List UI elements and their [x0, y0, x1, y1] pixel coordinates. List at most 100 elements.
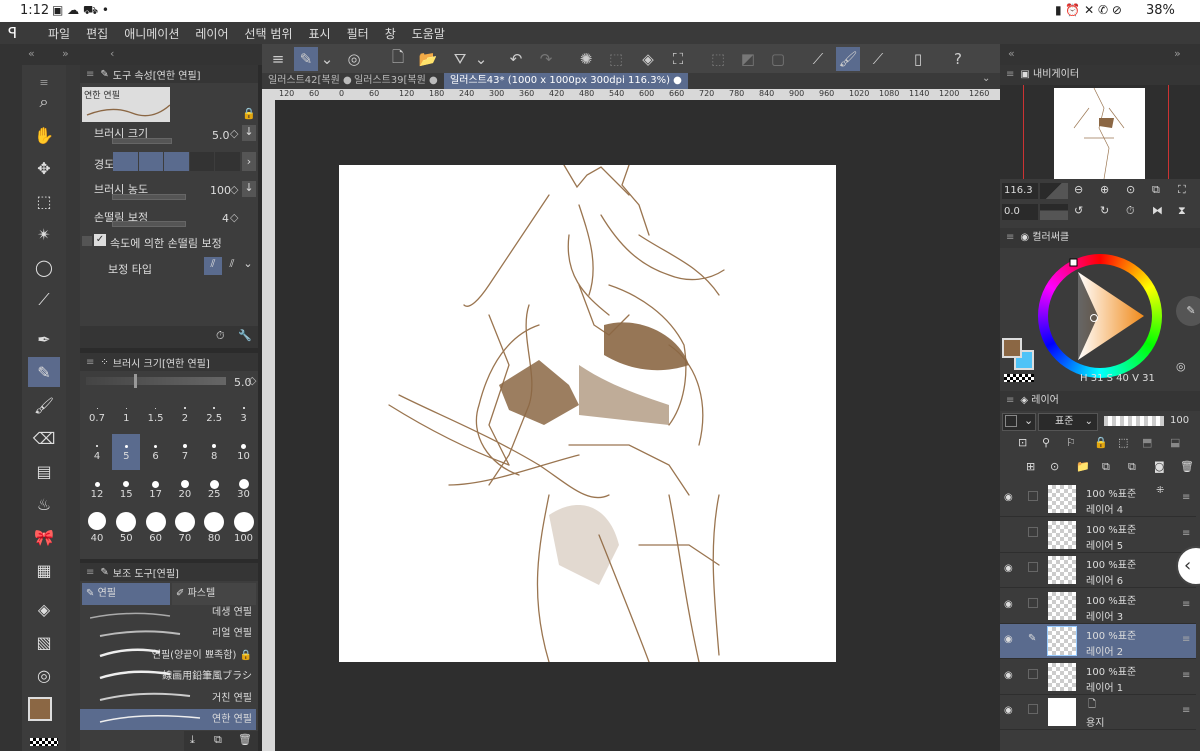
stabilization-slider[interactable]	[112, 221, 186, 227]
open-folder-icon[interactable]: 📂	[416, 47, 440, 71]
grip-icon[interactable]: ≡	[1006, 232, 1014, 243]
menu-edit[interactable]: 편집	[78, 25, 116, 42]
eye-icon[interactable]: ◉	[1004, 634, 1013, 645]
tab-document[interactable]: 일러스트42[복원 ●	[262, 73, 358, 89]
color-wheel[interactable]	[1038, 254, 1162, 378]
pen-tool-icon[interactable]: ✒	[28, 324, 60, 354]
chevron-down-icon[interactable]: ⌄	[240, 257, 256, 275]
object-tool-icon[interactable]: ⬚	[28, 186, 60, 216]
new-raster-icon[interactable]: ⊞	[1026, 460, 1035, 473]
mask-edit-icon[interactable]: ⬓	[1170, 436, 1180, 449]
grip-icon[interactable]: ≡	[1006, 395, 1014, 406]
reset-rotation-icon[interactable]: ⏱	[1126, 204, 1135, 218]
clip-icon[interactable]: ⊡	[1018, 436, 1027, 449]
new-folder-icon[interactable]: 📁	[1076, 460, 1090, 473]
export-icon[interactable]: ⛛	[448, 47, 472, 71]
menu-file[interactable]: 파일	[40, 25, 78, 42]
brush-size-cell[interactable]: 25	[200, 472, 228, 508]
text-tool-icon[interactable]: ◎	[28, 660, 60, 690]
opacity-slider[interactable]	[1104, 416, 1164, 426]
brush-size-cell[interactable]: 15	[112, 472, 140, 508]
line-snap-icon[interactable]: ⟋	[866, 47, 890, 71]
menu-window[interactable]: 창	[377, 25, 404, 42]
zoom-tool-icon[interactable]: ⌕	[28, 87, 60, 117]
brush-size-knob[interactable]	[134, 374, 137, 388]
layer-row[interactable]: ◉ ✎ 100 %표준 레이어 2 ≡	[1000, 624, 1196, 659]
frame-tool-icon[interactable]: ▤	[28, 456, 60, 486]
lock-icon[interactable]: 🔒	[1094, 436, 1108, 449]
opacity-value[interactable]: 100	[1170, 415, 1189, 426]
brush-size-cell[interactable]: 17	[142, 472, 170, 508]
expand-toggle[interactable]	[82, 236, 92, 246]
deselect-icon[interactable]: ▢	[766, 47, 790, 71]
airbrush-tool-icon[interactable]: ♨	[28, 489, 60, 519]
density-value[interactable]: 100	[210, 184, 231, 197]
lock-icon[interactable]: 🔒	[242, 107, 256, 120]
chevron-right-icon[interactable]: ›	[242, 152, 256, 171]
mask-icon[interactable]: ⬒	[1142, 436, 1152, 449]
eye-icon[interactable]: ◉	[1004, 492, 1013, 503]
grip-icon[interactable]: ≡	[86, 69, 94, 80]
stepper-icon[interactable]: ◇	[248, 374, 256, 387]
color-triangle[interactable]	[1038, 254, 1162, 378]
brush-size-slider[interactable]	[112, 138, 172, 144]
layer-menu-icon[interactable]: ≡	[1182, 705, 1190, 716]
main-color-swatch[interactable]	[28, 697, 52, 721]
brush-size-cell[interactable]: 3	[230, 396, 258, 432]
stepper-icon[interactable]: ◇	[230, 127, 238, 140]
draft-layer-icon[interactable]: ⚐	[1066, 436, 1076, 449]
correction-type-a-icon[interactable]: ⫽	[204, 257, 222, 275]
trash-icon[interactable]: 🗑	[238, 733, 252, 746]
eye-icon[interactable]: ◉	[1004, 670, 1013, 681]
layer-row[interactable]: ◉ 100 %표준 레이어 4 ≡ ⁜	[1000, 482, 1196, 517]
navigator-view[interactable]	[1000, 85, 1200, 180]
rotation-slider[interactable]	[1040, 204, 1068, 220]
stabilization-value[interactable]: 4	[222, 212, 229, 225]
zoom-slider[interactable]	[1040, 183, 1068, 199]
menu-help[interactable]: 도움말	[404, 25, 453, 42]
menu-selection[interactable]: 선택 범위	[237, 25, 301, 42]
layer-color-select[interactable]: ⌄	[1002, 413, 1036, 431]
brush-size-value[interactable]: 5.0	[212, 129, 230, 142]
rotate-left-icon[interactable]: ↺	[1074, 204, 1083, 217]
brush-size-cell[interactable]: 6	[142, 434, 170, 470]
menu-view[interactable]: 표시	[301, 25, 339, 42]
loading-icon[interactable]: ✺	[574, 47, 598, 71]
menu-icon[interactable]: ≡	[266, 47, 290, 71]
layer-check-box[interactable]	[1028, 597, 1038, 608]
edit-color-icon[interactable]: ✎	[1176, 296, 1200, 326]
brush-size-cell[interactable]: 8	[200, 434, 228, 470]
wrench-icon[interactable]: 🔧	[238, 329, 252, 342]
speed-stab-checkbox[interactable]: ✓	[94, 234, 106, 246]
hardness-selector[interactable]	[113, 152, 240, 171]
clock-icon[interactable]: ⏱	[216, 329, 225, 343]
brush-snap-icon[interactable]: 🖌	[836, 47, 860, 71]
chevron-down-icon[interactable]: ⌄	[320, 47, 334, 71]
layer-row[interactable]: ◉ 🗋 용지 ≡	[1000, 695, 1196, 730]
menu-animation[interactable]: 애니메이션	[116, 25, 187, 42]
brush-size-cell[interactable]: 100	[230, 510, 258, 546]
eyedropper-icon[interactable]: ⟋	[28, 285, 60, 315]
layer-row[interactable]: ◉100 %표준레이어 6≡	[1000, 553, 1196, 588]
layer-row[interactable]: ◉ 100 %표준 레이어 1 ≡	[1000, 660, 1196, 695]
expand-arrow-icon[interactable]: ↓	[242, 125, 256, 141]
brush-size-cell[interactable]: 0.7	[83, 396, 111, 432]
brush-size-cell[interactable]: 4	[83, 434, 111, 470]
layer-menu-icon[interactable]: ≡	[1182, 528, 1190, 539]
copy-layer-icon[interactable]: ⧉	[1128, 460, 1136, 474]
zoom-field[interactable]: 116.3	[1002, 183, 1038, 199]
chevron-down-icon[interactable]: ⌄	[1024, 414, 1033, 427]
blend-mode-select[interactable]: 표준 ⌄	[1038, 413, 1098, 431]
brush-size-cell[interactable]: 70	[171, 510, 199, 546]
invert-select-icon[interactable]: ◩	[736, 47, 760, 71]
chevron-down-icon[interactable]: ⌄	[474, 47, 488, 71]
auto-select-icon[interactable]: ✴	[28, 219, 60, 249]
lock-transparent-icon[interactable]: ⬚	[1118, 436, 1128, 449]
eye-icon[interactable]: ◉	[1004, 705, 1013, 716]
brush-size-cell[interactable]: 20	[171, 472, 199, 508]
move-tool-icon[interactable]: ✥	[28, 153, 60, 183]
grip-icon[interactable]: ≡	[86, 357, 94, 368]
mask-add-icon[interactable]: ◙	[1154, 460, 1165, 473]
brush-size-cell[interactable]: 60	[142, 510, 170, 546]
brush-size-cell[interactable]: 1.5	[142, 396, 170, 432]
